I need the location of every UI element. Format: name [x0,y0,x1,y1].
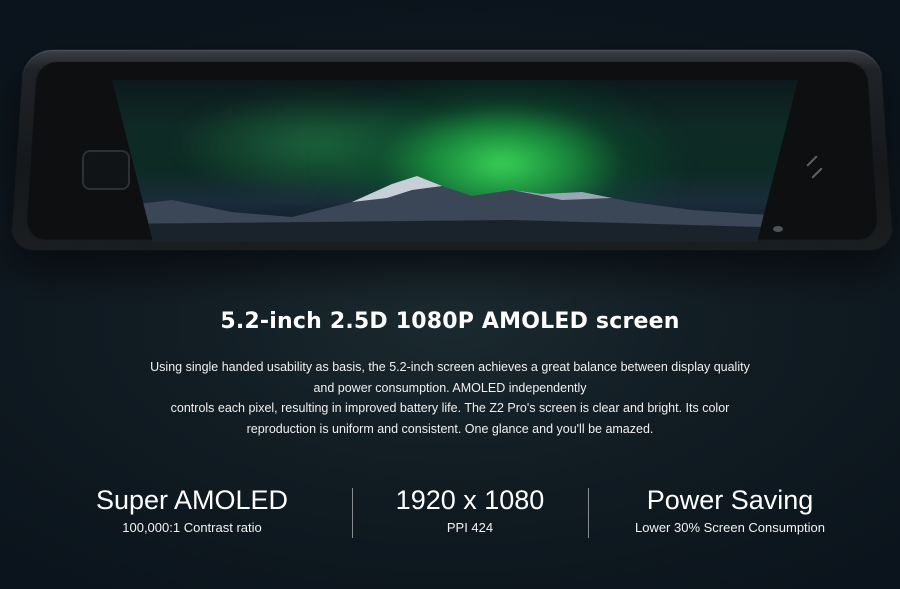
stat-subtitle: Lower 30% Screen Consumption [610,520,850,535]
description-line: Using single handed usability as basis, … [120,357,780,378]
stat-title: Super AMOLED [72,484,312,516]
description-line: reproduction is uniform and consistent. … [120,419,780,440]
stat-power-saving: Power Saving Lower 30% Screen Consumptio… [610,484,850,535]
stat-title: Power Saving [610,484,850,516]
description: Using single handed usability as basis, … [120,357,780,439]
phone-screen-image [112,80,798,242]
stat-super-amoled: Super AMOLED 100,000:1 Contrast ratio [72,484,312,535]
description-line: and power consumption. AMOLED independen… [120,378,780,399]
page-title: 5.2-inch 2.5D 1080P AMOLED screen [0,309,900,334]
camera-icon [773,226,783,232]
stat-resolution: 1920 x 1080 PPI 424 [352,484,588,535]
stat-subtitle: PPI 424 [352,520,588,535]
stat-title: 1920 x 1080 [352,484,588,516]
stat-subtitle: 100,000:1 Contrast ratio [72,520,312,535]
mountain-landscape [112,172,798,242]
fingerprint-home-button [82,150,130,190]
divider [588,488,589,538]
description-line: controls each pixel, resulting in improv… [120,398,780,419]
